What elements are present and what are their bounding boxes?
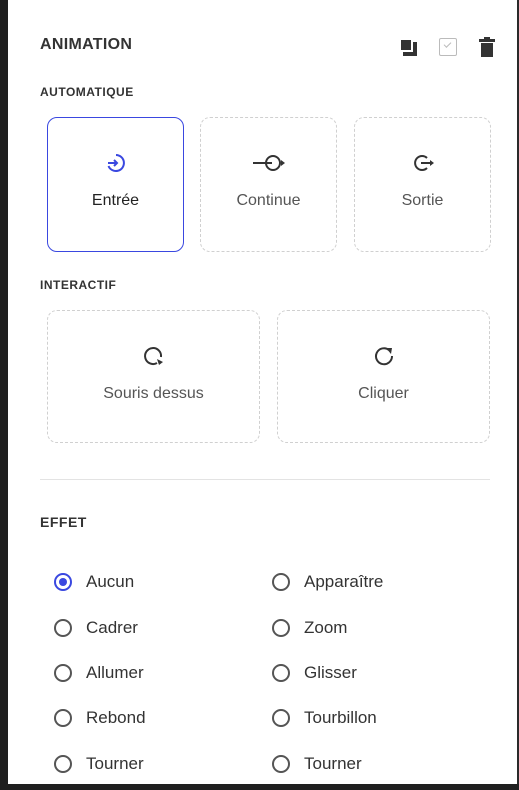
section-label-automatique: AUTOMATIQUE: [40, 85, 134, 99]
radio-button[interactable]: [272, 573, 290, 591]
panel-title: ANIMATION: [40, 36, 133, 53]
radio-label: Allumer: [86, 663, 144, 682]
section-label-effet: EFFET: [40, 514, 87, 530]
animation-panel: ANIMATION AUTOMATIQUE Entrée Continue So…: [8, 0, 517, 784]
radio-glisser[interactable]: Glisser: [272, 663, 357, 683]
card-label: Entrée: [91, 192, 140, 209]
exit-icon: [410, 152, 436, 174]
enter-icon: [105, 152, 127, 174]
radio-tourner-right[interactable]: Tourner: [272, 754, 362, 774]
radio-label: Glisser: [304, 663, 357, 682]
radio-button[interactable]: [54, 755, 72, 773]
window-frame-left: [0, 0, 8, 790]
window-frame-bottom: [0, 784, 519, 790]
card-souris-dessus[interactable]: Souris dessus: [47, 310, 260, 443]
card-continue[interactable]: Continue: [200, 117, 337, 252]
click-icon: [373, 345, 395, 367]
radio-label: Apparaître: [304, 572, 384, 591]
continue-icon: [252, 152, 286, 174]
card-label: Cliquer: [358, 385, 409, 402]
card-label: Souris dessus: [103, 385, 204, 402]
header-actions: [399, 36, 495, 58]
radio-label: Tourbillon: [304, 708, 377, 727]
card-cliquer[interactable]: Cliquer: [277, 310, 490, 443]
radio-label: Aucun: [86, 572, 135, 591]
card-entree[interactable]: Entrée: [47, 117, 184, 252]
radio-label: Tourner: [86, 754, 144, 773]
radio-button[interactable]: [54, 709, 72, 727]
radio-tourbillon[interactable]: Tourbillon: [272, 708, 377, 728]
radio-tourner-left[interactable]: Tourner: [54, 754, 144, 774]
radio-aucun[interactable]: Aucun: [54, 572, 134, 592]
radio-button[interactable]: [54, 573, 72, 591]
radio-label: Tourner: [304, 754, 362, 773]
radio-button[interactable]: [272, 619, 290, 637]
section-divider: [40, 479, 490, 480]
hover-icon: [143, 345, 165, 367]
radio-button[interactable]: [272, 664, 290, 682]
radio-label: Rebond: [86, 708, 146, 727]
checkbox-icon[interactable]: [439, 38, 457, 56]
section-label-interactif: INTERACTIF: [40, 278, 117, 292]
radio-button[interactable]: [54, 619, 72, 637]
radio-cadrer[interactable]: Cadrer: [54, 618, 138, 638]
radio-allumer[interactable]: Allumer: [54, 663, 144, 683]
panel-header: ANIMATION: [40, 36, 495, 60]
radio-button[interactable]: [272, 709, 290, 727]
trash-icon[interactable]: [479, 37, 495, 57]
card-sortie[interactable]: Sortie: [354, 117, 491, 252]
card-label: Sortie: [401, 192, 444, 209]
radio-rebond[interactable]: Rebond: [54, 708, 146, 728]
copy-icon[interactable]: [399, 38, 417, 56]
radio-label: Zoom: [304, 618, 348, 637]
radio-button[interactable]: [272, 755, 290, 773]
radio-apparaitre[interactable]: Apparaître: [272, 572, 383, 592]
radio-button[interactable]: [54, 664, 72, 682]
radio-zoom[interactable]: Zoom: [272, 618, 347, 638]
radio-label: Cadrer: [86, 618, 138, 637]
card-label: Continue: [236, 192, 301, 209]
